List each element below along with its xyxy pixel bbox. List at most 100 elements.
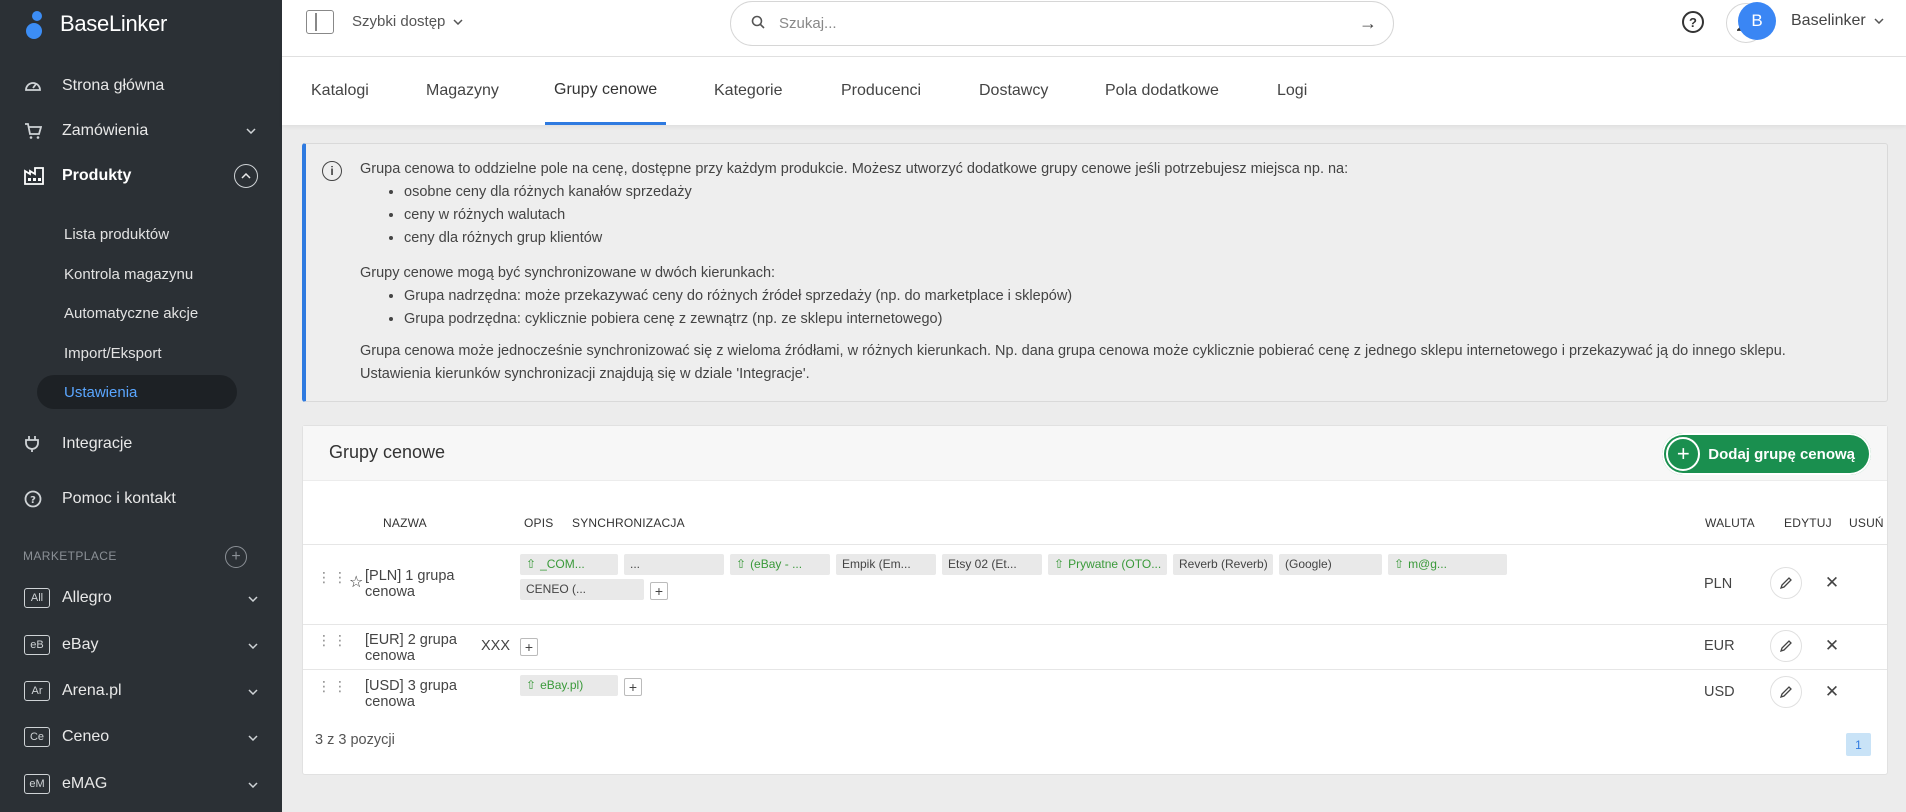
tab-price-groups[interactable]: Grupy cenowe [545, 57, 667, 125]
chevron-down-icon [248, 589, 258, 607]
tab-warehouses[interactable]: Magazyny [426, 57, 499, 125]
sidebar-item-integrations[interactable]: Integracje [24, 426, 258, 462]
marketplace-section-label: MARKETPLACE [23, 549, 117, 563]
chevron-down-icon [453, 18, 463, 25]
list-item: Grupa podrzędna: cyklicznie pobiera cenę… [404, 308, 1072, 331]
sync-tag[interactable]: ⇧ (eBay - ... [730, 554, 830, 575]
tab-manufacturers[interactable]: Producenci [841, 57, 921, 125]
sidebar-toggle-icon[interactable] [306, 10, 334, 34]
sync-tag[interactable]: ⇧ eBay.pl) [520, 675, 618, 696]
ebay-icon: eB [24, 635, 50, 655]
sidebar-item-products[interactable]: Produkty [24, 158, 258, 194]
column-header-currency[interactable]: WALUTA [1705, 516, 1755, 530]
arrow-up-icon: ⇧ [526, 678, 537, 692]
close-icon: ✕ [1824, 636, 1840, 655]
plus-icon: + [1666, 437, 1701, 471]
search-input[interactable] [779, 15, 1359, 32]
sync-tag[interactable]: ... [624, 554, 724, 575]
sidebar-item-label: Produkty [62, 167, 132, 184]
sidebar: BaseLinker Strona główna Zamówienia Prod… [0, 0, 282, 812]
delete-button[interactable]: ✕ [1816, 567, 1848, 599]
drag-handle-icon[interactable]: ⋮⋮ [317, 570, 347, 584]
tab-suppliers[interactable]: Dostawcy [979, 57, 1048, 125]
sidebar-subitem-import-export[interactable]: Import/Eksport [64, 340, 162, 366]
sidebar-item-help[interactable]: ? Pomoc i kontakt [24, 481, 258, 517]
edit-button[interactable] [1770, 567, 1802, 599]
pagination-page[interactable]: 1 [1846, 733, 1871, 756]
user-menu[interactable]: Baselinker [1791, 12, 1884, 30]
info-box: i Grupa cenowa to oddzielne pole na cenę… [302, 143, 1888, 402]
sidebar-item-home[interactable]: Strona główna [24, 68, 258, 104]
sync-tag[interactable]: ⇧ _COM... [520, 554, 618, 575]
search-submit-icon[interactable]: → [1359, 13, 1377, 34]
sync-tag[interactable]: (Google) [1279, 554, 1382, 575]
sidebar-item-label: Ceneo [62, 728, 110, 745]
sidebar-item-label: eMAG [62, 775, 108, 792]
help-icon: ? [24, 490, 52, 508]
currency: EUR [1704, 638, 1735, 654]
sync-tag[interactable]: ⇧ Prywatne (OTO... [1048, 554, 1167, 575]
list-item: osobne ceny dla różnych kanałów sprzedaż… [404, 181, 692, 204]
add-sync-button[interactable]: + [520, 638, 538, 656]
add-price-group-button[interactable]: + Dodaj grupę cenową [1662, 433, 1871, 475]
sync-tags: ⇧ _COM... ... ⇧ (eBay - ... Empik (Em... E… [520, 554, 1610, 600]
sidebar-item-label: Strona główna [62, 77, 165, 94]
sidebar-item-ceneo[interactable]: Ce Ceneo [24, 721, 258, 753]
avatar[interactable]: B [1738, 2, 1776, 40]
tab-logs[interactable]: Logi [1277, 57, 1307, 125]
close-icon: ✕ [1824, 682, 1840, 701]
sync-tag[interactable]: Empik (Em... [836, 554, 936, 575]
delete-button[interactable]: ✕ [1816, 630, 1848, 662]
tab-categories[interactable]: Kategorie [714, 57, 783, 125]
quick-access-dropdown[interactable]: Szybki dostęp [352, 13, 463, 30]
currency: PLN [1704, 576, 1733, 592]
sidebar-item-ebay[interactable]: eB eBay [24, 629, 258, 661]
arrow-up-icon: ⇧ [1054, 557, 1065, 571]
sidebar-subitem-stock-control[interactable]: Kontrola magazynu [64, 261, 193, 287]
edit-button[interactable] [1770, 676, 1802, 708]
sidebar-subitem-settings[interactable]: Ustawienia [37, 375, 237, 409]
pencil-icon [1779, 577, 1792, 590]
sync-tag[interactable]: CENEO (... [520, 579, 644, 600]
sync-tag-label: Etsy 02 (Et... [948, 557, 1017, 571]
add-marketplace-icon[interactable]: + [225, 546, 247, 568]
column-header-name[interactable]: NAZWA [383, 516, 427, 530]
column-header-sync[interactable]: SYNCHRONIZACJA [572, 516, 685, 530]
tab-extra-fields[interactable]: Pola dodatkowe [1105, 57, 1219, 125]
info-icon: i [322, 161, 342, 181]
cart-icon [24, 122, 52, 140]
list-item: ceny dla różnych grup klientów [404, 227, 692, 250]
sidebar-item-label: eBay [62, 636, 99, 653]
sync-tag[interactable]: Etsy 02 (Et... [942, 554, 1042, 575]
brand-logo[interactable]: BaseLinker [24, 6, 167, 42]
info-footer: Grupa cenowa może jednocześnie synchroni… [360, 343, 1786, 359]
help-icon[interactable]: ? [1682, 11, 1704, 33]
sync-tag-label: _COM... [540, 557, 585, 571]
sidebar-item-allegro[interactable]: All Allegro [24, 582, 258, 614]
pencil-icon [1779, 640, 1792, 653]
chevron-up-icon[interactable] [234, 164, 258, 188]
svg-text:?: ? [30, 495, 36, 506]
dashboard-icon [24, 77, 52, 95]
add-sync-button[interactable]: + [624, 678, 642, 696]
drag-handle-icon[interactable]: ⋮⋮ [317, 679, 347, 693]
add-sync-button[interactable]: + [650, 582, 668, 600]
arrow-up-icon: ⇧ [1394, 557, 1405, 571]
sidebar-item-arena[interactable]: Ar Arena.pl [24, 675, 258, 707]
sync-tag-label: m@g... [1408, 557, 1447, 571]
sidebar-item-orders[interactable]: Zamówienia [24, 113, 258, 149]
sidebar-item-emag[interactable]: eM eMAG [24, 768, 258, 800]
card-title: Grupy cenowe [329, 442, 446, 462]
sync-tag[interactable]: Reverb (Reverb) [1173, 554, 1273, 575]
star-icon[interactable]: ☆ [349, 572, 363, 592]
sidebar-subitem-product-list[interactable]: Lista produktów [64, 221, 169, 247]
drag-handle-icon[interactable]: ⋮⋮ [317, 633, 347, 647]
sync-tag[interactable]: ⇧ m@g... [1388, 554, 1507, 575]
sidebar-subitem-automatic-actions[interactable]: Automatyczne akcje [64, 300, 198, 326]
chevron-down-icon [248, 636, 258, 654]
delete-button[interactable]: ✕ [1816, 676, 1848, 708]
edit-button[interactable] [1770, 630, 1802, 662]
tab-catalogs[interactable]: Katalogi [311, 57, 369, 125]
top-bar: Szybki dostęp → ? B Baselinker [282, 0, 1906, 57]
column-header-description[interactable]: OPIS [524, 516, 553, 530]
